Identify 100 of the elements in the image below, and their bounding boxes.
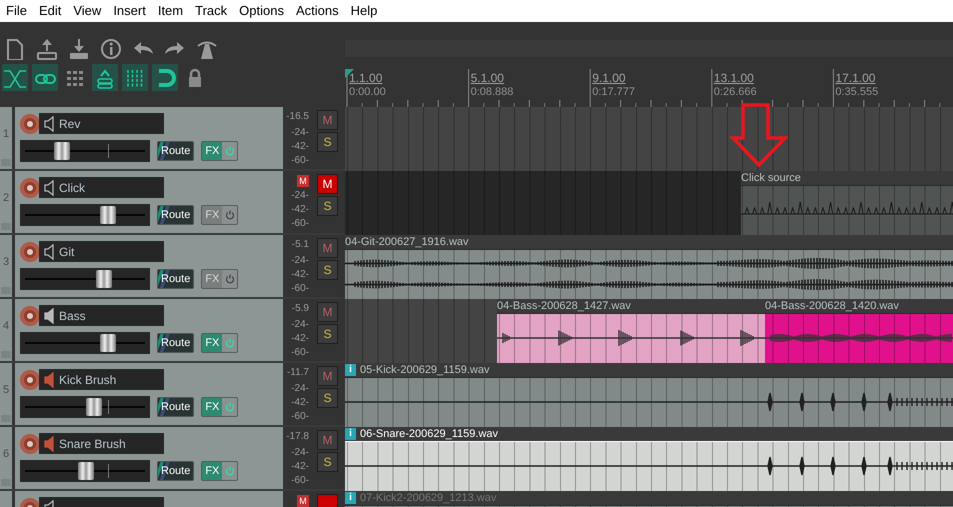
route-button[interactable]: Route [157, 141, 194, 161]
menu-item[interactable]: Track [189, 1, 234, 21]
track-header[interactable]: Rev Route FX [15, 107, 283, 169]
solo-button[interactable]: S [317, 452, 338, 472]
fx-button[interactable]: FX [201, 333, 238, 353]
solo-button[interactable]: S [317, 388, 338, 408]
track-header[interactable]: Kick Brush Route FX [15, 363, 283, 425]
meter-scale-label: -24- [291, 189, 309, 203]
power-icon[interactable] [222, 462, 238, 480]
volume-fader[interactable] [20, 140, 150, 162]
item-label: 07-Kick2-200629_1213.wav [360, 491, 496, 506]
volume-fader[interactable] [20, 204, 150, 226]
fader-thumb[interactable] [96, 270, 112, 288]
magnet-icon[interactable] [152, 64, 178, 91]
track-number: 1 [2, 127, 10, 142]
track-number: 3 [2, 255, 10, 270]
menu-item[interactable]: View [67, 1, 108, 21]
fader-thumb[interactable] [100, 334, 116, 352]
power-icon[interactable] [222, 334, 238, 352]
volume-fader[interactable] [20, 332, 150, 354]
power-icon[interactable] [222, 206, 238, 224]
bar-label: 5.1.00 [470, 71, 504, 85]
fader-thumb[interactable] [78, 462, 94, 480]
track-number: 2 [2, 191, 10, 206]
fader-thumb[interactable] [86, 398, 102, 416]
record-arm-button[interactable] [20, 178, 40, 198]
menu-item[interactable]: Insert [107, 1, 152, 21]
route-button[interactable]: Route [157, 333, 194, 353]
track-lane[interactable]: Click source [345, 171, 953, 235]
bar-label: 1.1.00 [349, 71, 382, 85]
grouping-icon[interactable] [92, 64, 118, 91]
track-header[interactable]: Click Route FX [15, 171, 283, 233]
bar-label: 13.1.00 [714, 71, 754, 85]
menu-item[interactable]: Actions [290, 1, 345, 21]
speaker-icon[interactable] [43, 114, 55, 132]
track-lane[interactable]: 04-Git-200627_1916.wav [345, 235, 953, 299]
record-arm-button[interactable] [20, 434, 40, 454]
menu-item[interactable]: Item [152, 1, 190, 21]
track-name: Bass [59, 308, 86, 324]
track-name: Click [59, 180, 85, 196]
audio-item[interactable] [345, 249, 953, 299]
record-arm-button[interactable] [20, 370, 40, 390]
route-button[interactable]: Route [157, 397, 194, 417]
speaker-icon[interactable] [43, 306, 55, 324]
fader-thumb[interactable] [54, 142, 70, 160]
track-name-field[interactable]: Rev [39, 113, 164, 134]
menu-item[interactable]: Help [344, 1, 384, 21]
solo-button[interactable]: S [317, 324, 338, 344]
volume-fader[interactable] [20, 460, 150, 482]
route-button[interactable]: Route [157, 205, 194, 225]
meter-scale-label: -60- [291, 474, 309, 488]
menu-item[interactable]: File [0, 1, 33, 21]
track-number: 5 [2, 383, 10, 398]
audio-item[interactable] [497, 313, 765, 363]
track-header[interactable]: Git Route FX [15, 235, 283, 297]
upload-icon[interactable] [34, 37, 60, 61]
record-arm-button[interactable] [20, 306, 40, 326]
track-name-field[interactable]: Click [39, 177, 164, 198]
meter-scale-label: -24- [291, 446, 309, 460]
track-header[interactable]: Bass Route FX [15, 299, 283, 361]
speaker-icon[interactable] [43, 242, 55, 260]
route-button[interactable]: Route [157, 461, 194, 481]
track-name-field[interactable]: Bass [39, 305, 164, 326]
fader-thumb[interactable] [100, 206, 116, 224]
track-lane[interactable]: 04-Bass-200628_1427.wav 04-Bass-200628_1420.wav [345, 299, 953, 363]
track-name-field[interactable]: Kick Brush [39, 369, 164, 390]
grid-lines-icon[interactable] [122, 64, 148, 91]
fx-button[interactable]: FX [201, 397, 238, 417]
meter-scale-label: -42- [291, 268, 309, 282]
speaker-icon[interactable] [43, 178, 55, 196]
fx-button[interactable]: FX [201, 461, 238, 481]
track-name: Kick Brush [59, 372, 116, 388]
volume-fader[interactable] [20, 268, 150, 290]
power-icon[interactable] [222, 270, 238, 288]
menu-item[interactable]: Options [233, 1, 290, 21]
audio-item[interactable] [345, 377, 953, 427]
menu-item[interactable]: Edit [32, 1, 68, 21]
meter-scale-label: -60- [291, 282, 309, 296]
power-icon[interactable] [222, 142, 238, 160]
mute-indicator: M [297, 495, 309, 507]
fx-button[interactable]: FX [201, 141, 238, 161]
link-icon[interactable] [32, 64, 58, 91]
solo-button[interactable]: S [317, 132, 338, 152]
track-name: Rev [59, 116, 80, 132]
record-arm-button[interactable] [20, 242, 40, 262]
track-lane[interactable]: i 05-Kick-200629_1159.wav [345, 363, 953, 427]
crossfade-icon[interactable] [2, 64, 28, 91]
track-name-field[interactable]: Git [39, 241, 164, 262]
power-icon[interactable] [222, 398, 238, 416]
route-button[interactable]: Route [157, 269, 194, 289]
meter-scale-label: -42- [291, 460, 309, 474]
solo-button[interactable]: S [317, 260, 338, 280]
solo-button[interactable]: S [317, 196, 338, 216]
volume-fader[interactable] [20, 396, 150, 418]
track-name-field[interactable]: Snare Brush [39, 433, 164, 454]
record-arm-button[interactable] [20, 114, 40, 134]
info-icon[interactable] [98, 37, 124, 61]
mute-button[interactable]: M [317, 174, 338, 194]
track-header[interactable]: Snare Brush Route FX [15, 427, 283, 489]
item-label: 04-Git-200627_1916.wav [345, 235, 469, 250]
